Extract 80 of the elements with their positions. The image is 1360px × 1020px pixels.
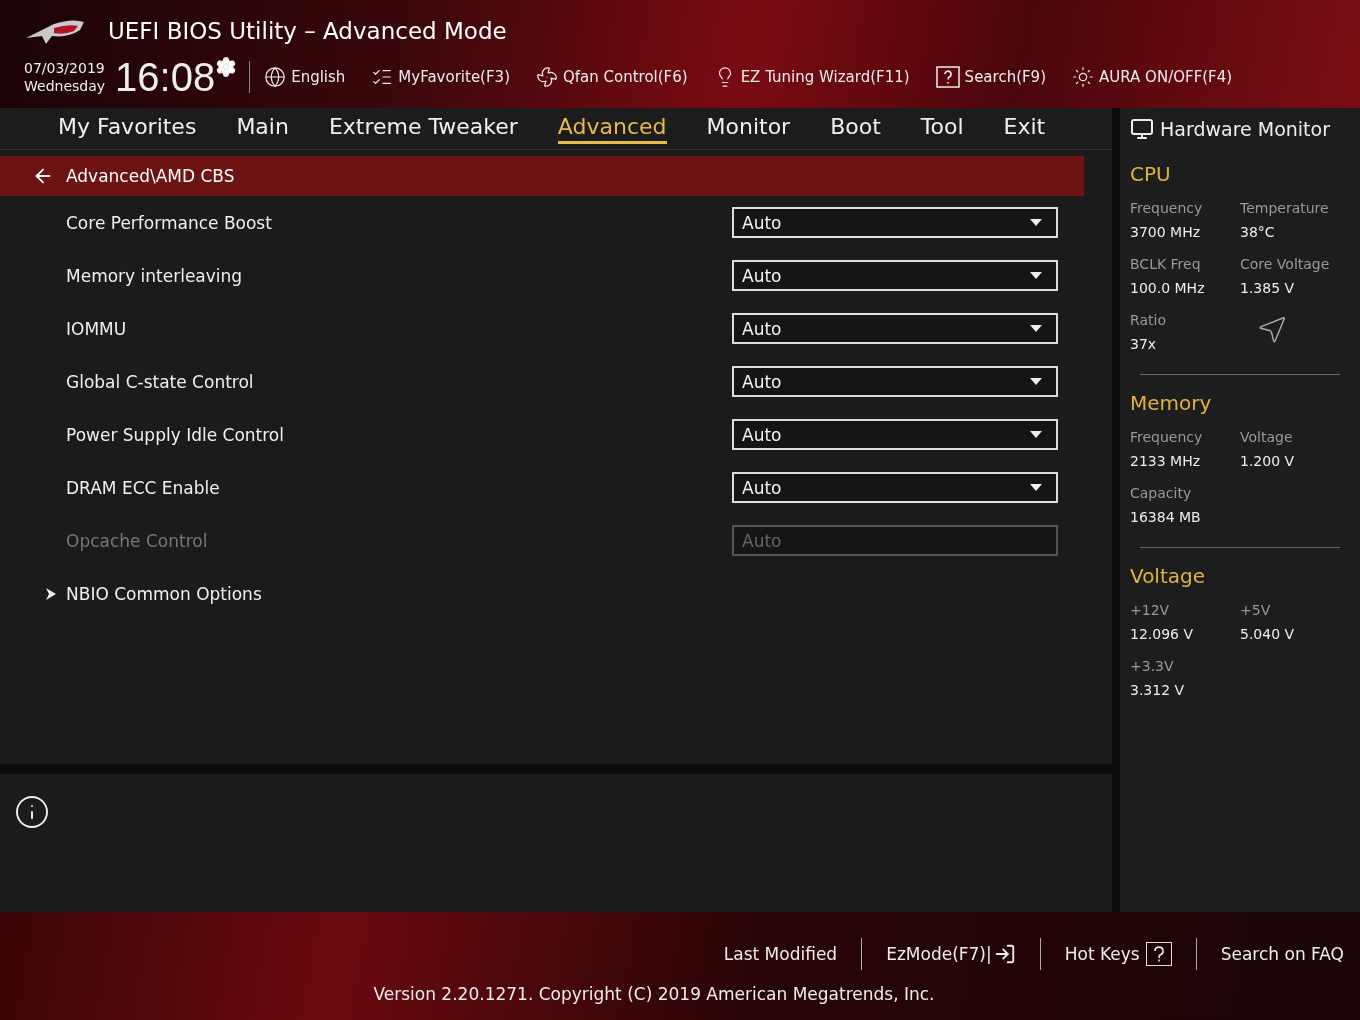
reading-label: BCLK Freq <box>1130 256 1202 272</box>
reading-value: 38°C <box>1240 224 1276 240</box>
reading-label: Frequency <box>1130 200 1204 216</box>
setting-label: Global C-state Control <box>66 371 254 392</box>
reading-value: 37x <box>1130 336 1158 352</box>
menu-tab[interactable]: Tool <box>920 113 964 144</box>
section-title: CPU <box>1130 162 1172 186</box>
footer-link[interactable]: EzMode(F7)| <box>882 943 1020 965</box>
reading-value: 2133 MHz <box>1130 453 1202 469</box>
window-title: UEFI BIOS Utility – Advanced Mode <box>108 18 507 44</box>
arrow-icon <box>46 587 56 600</box>
caret-icon <box>1030 325 1042 332</box>
light-icon <box>1072 66 1095 88</box>
setting-label: DRAM ECC Enable <box>66 477 220 498</box>
info-icon <box>14 794 50 830</box>
reading-label: Capacity <box>1130 485 1193 501</box>
menu-tab[interactable]: Exit <box>1003 113 1046 144</box>
reading-value: 1.385 V <box>1240 280 1296 296</box>
menu-tab[interactable]: Main <box>236 113 289 144</box>
dropdown[interactable]: Auto <box>732 472 1058 503</box>
toolbar-button[interactable]: Qfan Control(F6) <box>536 66 688 88</box>
menu-tab[interactable]: Monitor <box>706 113 791 144</box>
caret-icon <box>1030 378 1042 385</box>
reading-label: Temperature <box>1240 200 1330 216</box>
footer-link[interactable]: Search on FAQ <box>1216 944 1348 964</box>
toolbar-button[interactable]: AURA ON/OFF(F4) <box>1072 66 1233 88</box>
settings-icon[interactable] <box>215 56 238 78</box>
toolbar-button[interactable]: MyFavorite(F3) <box>371 66 510 88</box>
footer-link[interactable]: Hot Keys <box>1060 942 1176 966</box>
reading-label: Core Voltage <box>1240 256 1331 272</box>
help-icon <box>1145 942 1172 966</box>
menu-tab[interactable]: Boot <box>830 113 881 144</box>
dropdown[interactable]: Auto <box>732 419 1058 450</box>
setting-label: Opcache Control <box>66 530 208 551</box>
weekday: Wednesday <box>24 77 106 95</box>
dropdown[interactable]: Auto <box>732 260 1058 291</box>
reading-value: 100.0 MHz <box>1130 280 1206 296</box>
setting-label: Power Supply Idle Control <box>66 424 284 445</box>
version-text: Version 2.20.1271. Copyright (C) 2019 American Megatrends, Inc. <box>373 984 935 1004</box>
reading-value: 1.200 V <box>1240 453 1296 469</box>
breadcrumb-bar[interactable]: Advanced\AMD CBS <box>0 156 1084 196</box>
reading-value: 3.312 V <box>1130 682 1186 698</box>
date: 07/03/2019 <box>24 59 106 77</box>
dropdown[interactable]: Auto <box>732 366 1058 397</box>
reading-label: Ratio <box>1130 312 1167 328</box>
caret-icon <box>1030 431 1042 438</box>
dropdown[interactable]: Auto <box>732 207 1058 238</box>
caret-icon <box>1030 219 1042 226</box>
reading-value: 12.096 V <box>1130 626 1194 642</box>
toolbar-button[interactable]: English <box>264 66 346 88</box>
menu-tab[interactable]: Advanced <box>557 113 667 144</box>
fan-icon <box>536 66 558 88</box>
help-icon <box>935 66 960 88</box>
caret-icon <box>1030 272 1042 279</box>
toolbar-button[interactable]: EZ Tuning Wizard(F11) <box>713 66 910 88</box>
reading-value: 16384 MB <box>1130 509 1202 525</box>
setting-label: Core Performance Boost <box>66 212 272 233</box>
setting-label: IOMMU <box>66 318 127 339</box>
submenu-item[interactable]: NBIO Common Options <box>66 583 262 604</box>
menu-tab[interactable]: Extreme Tweaker <box>328 113 518 144</box>
section-title: Voltage <box>1130 564 1207 588</box>
reading-label: +5V <box>1240 602 1272 618</box>
setting-label: Memory interleaving <box>66 265 243 286</box>
reading-label: Voltage <box>1240 429 1294 445</box>
menu-tab[interactable]: My Favorites <box>58 113 197 144</box>
globe-icon <box>264 66 287 88</box>
reading-label: +3.3V <box>1130 658 1175 674</box>
panel-title: Hardware Monitor <box>1160 118 1330 140</box>
caret-icon <box>1030 484 1042 491</box>
reading-label: +12V <box>1130 602 1171 618</box>
footer-link[interactable]: Last Modified <box>719 944 842 964</box>
toolbar-button[interactable]: Search(F9) <box>935 66 1047 88</box>
monitor-icon <box>1130 117 1154 141</box>
exit-icon <box>993 943 1016 965</box>
reading-value: 5.040 V <box>1240 626 1296 642</box>
dropdown[interactable]: Auto <box>732 313 1058 344</box>
clock: 16:08 <box>115 54 216 100</box>
reading-label: Frequency <box>1130 429 1204 445</box>
reading-value: 3700 MHz <box>1130 224 1202 240</box>
section-title: Memory <box>1130 391 1213 415</box>
